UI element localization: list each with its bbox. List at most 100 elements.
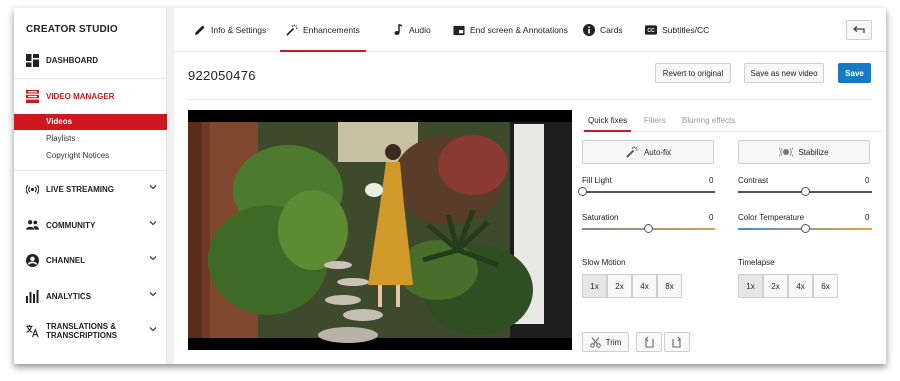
dashboard-icon <box>26 53 39 67</box>
stabilize-label: Stabilize <box>798 147 829 157</box>
fill-light-slider-track[interactable] <box>582 191 715 193</box>
color-temperature-slider-thumb[interactable] <box>800 224 810 233</box>
slow-motion-label: Slow Motion <box>582 258 626 267</box>
autofix-label: Auto-fix <box>643 147 672 157</box>
saturation-value: 0 <box>709 213 714 222</box>
end-screen-icon <box>453 24 465 36</box>
music-note-icon <box>392 24 404 36</box>
back-button[interactable] <box>846 20 872 40</box>
editor-tabs: Info & Settings Enhancements Audio End s… <box>174 8 886 52</box>
undo-arrow-icon <box>853 26 865 33</box>
trim-label: Trim <box>605 337 622 347</box>
tab-enhancements[interactable]: Enhancements <box>280 8 366 52</box>
sidebar-item-analytics[interactable]: ANALYTICS <box>14 284 167 308</box>
color-temperature-label: Color Temperature <box>738 213 805 222</box>
scissors-icon <box>589 336 601 348</box>
video-preview[interactable] <box>188 110 572 350</box>
tab-label: Audio <box>409 25 431 35</box>
info-icon <box>583 24 595 36</box>
app-window: CREATOR STUDIO DASHBOARD VIDEO MANAGER V… <box>14 8 886 364</box>
subtab-quick-fixes[interactable]: Quick fixes <box>583 116 632 132</box>
subtab-blurring[interactable]: Blurring effects <box>682 116 735 125</box>
tab-subtitles[interactable]: CC Subtitles/CC <box>645 8 709 52</box>
pencil-icon <box>194 24 206 36</box>
sidebar-item-community[interactable]: COMMUNITY <box>14 213 167 237</box>
community-icon <box>26 219 39 232</box>
video-frame-image <box>188 110 572 350</box>
brand-title: CREATOR STUDIO <box>26 24 118 35</box>
sidebar-item-label: TRANSLATIONS & TRANSCRIPTIONS <box>46 322 118 340</box>
tab-cards[interactable]: Cards <box>583 8 623 52</box>
sidebar-divider <box>14 78 167 79</box>
svg-text:CC: CC <box>647 28 655 34</box>
timelapse-4x[interactable]: 4x <box>788 274 813 298</box>
sidebar-item-translations[interactable]: TRANSLATIONS & TRANSCRIPTIONS <box>14 319 167 343</box>
cc-icon: CC <box>645 24 657 36</box>
timelapse-label: Timelapse <box>738 258 775 267</box>
chevron-down-icon[interactable] <box>149 325 157 333</box>
tab-label: End screen & Annotations <box>470 25 568 35</box>
chevron-down-icon[interactable] <box>149 183 157 191</box>
fill-light-slider-thumb[interactable] <box>577 187 587 196</box>
sidebar-item-dashboard[interactable]: DASHBOARD <box>14 48 167 72</box>
trim-button[interactable]: Trim <box>582 332 629 352</box>
fill-light-label: Fill Light <box>582 176 612 185</box>
save-button[interactable]: Save <box>838 63 871 83</box>
color-temperature-value: 0 <box>865 213 870 222</box>
live-streaming-icon <box>26 183 39 196</box>
sidebar-item-label: COMMUNITY <box>46 220 96 230</box>
slow-motion-8x[interactable]: 8x <box>657 274 682 298</box>
autofix-button[interactable]: Auto-fix <box>582 140 714 164</box>
saturation-label: Saturation <box>582 213 619 222</box>
sidebar-item-live-streaming[interactable]: LIVE STREAMING <box>14 177 167 201</box>
sidebar: CREATOR STUDIO DASHBOARD VIDEO MANAGER V… <box>14 8 167 364</box>
saturation-slider-thumb[interactable] <box>644 224 653 233</box>
fill-light-value: 0 <box>709 176 714 185</box>
contrast-slider-thumb[interactable] <box>800 187 810 196</box>
translate-icon <box>26 324 39 338</box>
save-as-new-button[interactable]: Save as new video <box>744 63 824 83</box>
sidebar-item-label: DASHBOARD <box>46 55 98 65</box>
slow-motion-4x[interactable]: 4x <box>632 274 657 298</box>
tab-label: Subtitles/CC <box>662 25 710 35</box>
timelapse-1x[interactable]: 1x <box>738 274 763 298</box>
sidebar-subitem-copyright[interactable]: Copyright Notices <box>14 148 167 164</box>
tab-end-screen[interactable]: End screen & Annotations <box>453 8 568 52</box>
stabilize-icon <box>779 145 794 159</box>
sidebar-item-channel[interactable]: CHANNEL <box>14 248 167 272</box>
slow-motion-2x[interactable]: 2x <box>607 274 632 298</box>
rotate-left-icon <box>645 336 654 348</box>
rotate-right-button[interactable] <box>664 332 690 352</box>
sidebar-item-label: ANALYTICS <box>46 291 92 301</box>
tab-label: Info & Settings <box>211 25 267 35</box>
chevron-down-icon[interactable] <box>149 254 157 262</box>
sidebar-item-video-manager[interactable]: VIDEO MANAGER <box>14 84 167 108</box>
tab-audio[interactable]: Audio <box>392 8 431 52</box>
video-title: 922050476 <box>188 68 256 83</box>
contrast-label: Contrast <box>738 176 769 185</box>
channel-icon <box>26 253 39 267</box>
header-divider <box>188 99 872 100</box>
timelapse-2x[interactable]: 2x <box>763 274 788 298</box>
sidebar-subitem-videos[interactable]: Videos <box>14 114 167 130</box>
tab-info-settings[interactable]: Info & Settings <box>194 8 266 52</box>
sidebar-divider <box>14 170 167 171</box>
enhancement-subtabs: Quick fixes Filters Blurring effects <box>582 112 882 132</box>
stabilize-button[interactable]: Stabilize <box>738 140 870 164</box>
timelapse-6x[interactable]: 6x <box>813 274 838 298</box>
rotate-left-button[interactable] <box>636 332 662 352</box>
magic-wand-icon <box>286 24 298 36</box>
main-panel: Info & Settings Enhancements Audio End s… <box>174 8 886 364</box>
contrast-value: 0 <box>865 176 870 185</box>
chevron-down-icon[interactable] <box>149 219 157 227</box>
subtab-filters[interactable]: Filters <box>644 116 666 125</box>
rotate-right-icon <box>672 336 681 348</box>
chevron-down-icon[interactable] <box>149 290 157 298</box>
sidebar-subitem-playlists[interactable]: Playlists <box>14 131 167 147</box>
revert-button[interactable]: Revert to original <box>655 63 731 83</box>
analytics-icon <box>26 289 39 303</box>
sidebar-item-label: LIVE STREAMING <box>46 184 115 194</box>
sidebar-item-label: VIDEO MANAGER <box>46 91 115 101</box>
slow-motion-1x[interactable]: 1x <box>582 274 607 298</box>
tab-label: Enhancements <box>303 25 360 35</box>
